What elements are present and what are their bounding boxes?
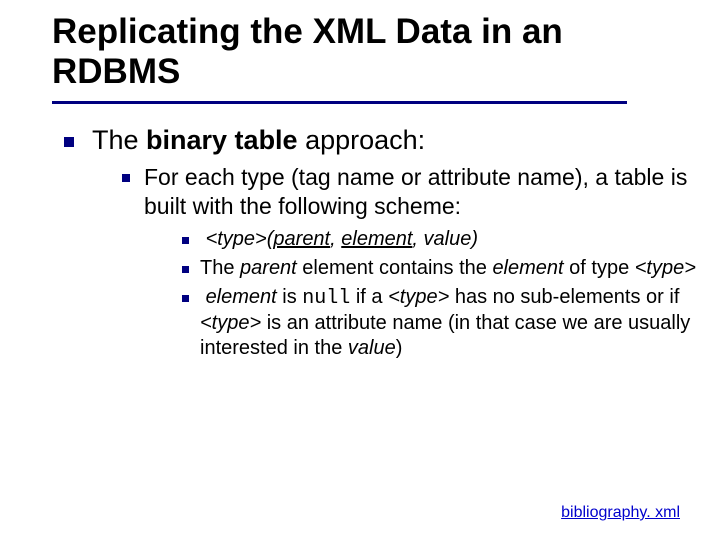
list-item: For each type (tag name or attribute nam… bbox=[120, 163, 698, 361]
text: of type bbox=[564, 257, 635, 279]
text: The bbox=[200, 257, 240, 279]
title-underline bbox=[52, 101, 627, 104]
text: element contains the bbox=[297, 257, 493, 279]
text-italic-underline: element bbox=[341, 228, 412, 250]
text: is an attribute name (in that case we ar… bbox=[200, 312, 690, 359]
list-item: element is null if a <type> has no sub-e… bbox=[180, 285, 698, 361]
text: For each type (tag name or attribute nam… bbox=[144, 164, 687, 219]
slide-title: Replicating the XML Data in an RDBMS bbox=[52, 12, 698, 99]
text: if a bbox=[350, 286, 388, 308]
text: ) bbox=[396, 337, 403, 359]
text-italic: parent bbox=[240, 257, 297, 279]
bibliography-link[interactable]: bibliography. xml bbox=[561, 504, 680, 522]
list-item: The parent element contains the element … bbox=[180, 256, 698, 281]
text-italic: element bbox=[492, 257, 563, 279]
text: is bbox=[277, 286, 303, 308]
text-italic: <type> bbox=[200, 312, 261, 334]
text-italic: <type> bbox=[206, 228, 267, 250]
text-italic: , bbox=[330, 228, 341, 250]
text-italic: ) bbox=[471, 228, 478, 250]
bullet-list-level2: For each type (tag name or attribute nam… bbox=[92, 163, 698, 361]
text: approach: bbox=[298, 125, 426, 155]
text-italic: <type> bbox=[388, 286, 449, 308]
bullet-list-level1: The binary table approach: For each type… bbox=[52, 124, 698, 361]
text-bold: binary table bbox=[146, 125, 298, 155]
text: has no sub-elements or if bbox=[449, 286, 679, 308]
text-italic: value bbox=[348, 337, 396, 359]
text: The bbox=[92, 125, 146, 155]
text-italic-underline: parent bbox=[273, 228, 330, 250]
text-italic: element bbox=[206, 286, 277, 308]
list-item: The binary table approach: For each type… bbox=[62, 124, 698, 361]
bullet-list-level3: <type>(parent, element, value) The paren… bbox=[144, 227, 698, 361]
slide: Replicating the XML Data in an RDBMS The… bbox=[0, 0, 720, 540]
text-italic: , bbox=[412, 228, 423, 250]
text-italic: value bbox=[424, 228, 472, 250]
list-item: <type>(parent, element, value) bbox=[180, 227, 698, 252]
text-mono: null bbox=[302, 287, 350, 310]
text-italic: <type> bbox=[635, 257, 696, 279]
